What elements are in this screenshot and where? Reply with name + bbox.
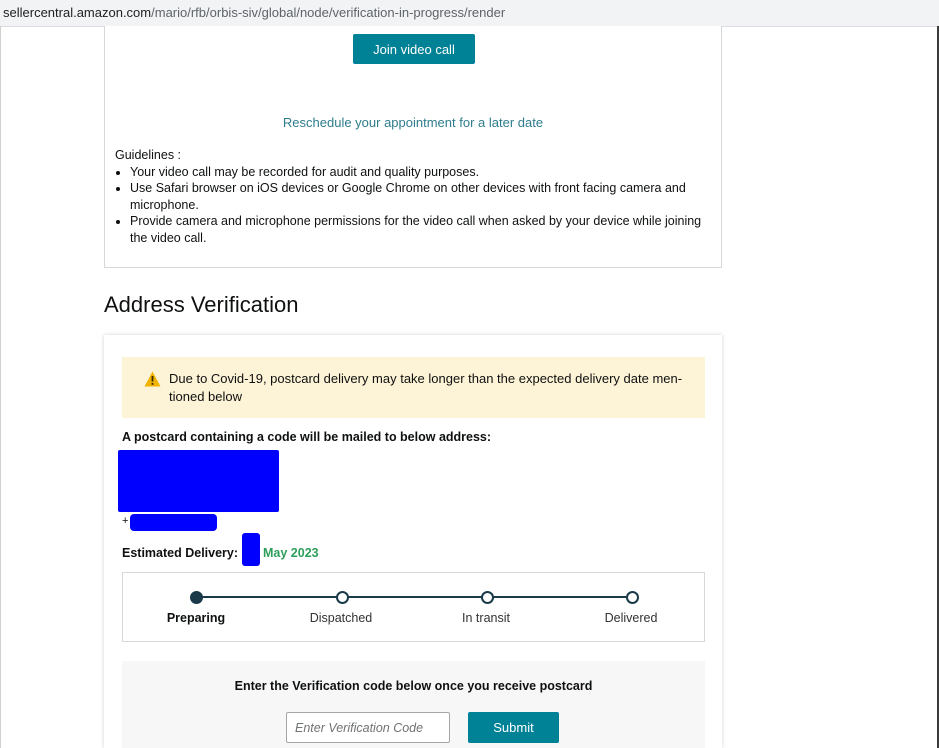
progress-line: [195, 596, 631, 598]
guideline-item: Use Safari browser on iOS devices or Goo…: [130, 180, 710, 213]
verification-code-box: Enter the Verification code below once y…: [122, 661, 705, 748]
guideline-item: Your video call may be recorded for audi…: [130, 164, 710, 181]
covid-alert: Due to Covid-19, postcard delivery may t…: [122, 357, 705, 418]
estimated-delivery-label: Estimated Delivery:: [122, 546, 239, 560]
address-verification-title: Address Verification: [104, 292, 299, 317]
url-host: sellercentral.amazon.com: [3, 5, 152, 20]
address-verification-card: Due to Covid-19, postcard delivery may t…: [104, 335, 722, 748]
redacted-address: [118, 450, 279, 512]
step-dot-dispatched: [336, 591, 349, 604]
verification-code-prompt: Enter the Verification code below once y…: [234, 679, 593, 693]
step-dot-in-transit: [481, 591, 494, 604]
address-bar[interactable]: sellercentral.amazon.com/mario/rfb/orbis…: [0, 0, 939, 27]
submit-button[interactable]: Submit: [468, 712, 559, 743]
guidelines: Guidelines : Your video call may be reco…: [115, 147, 710, 246]
warning-icon: [144, 371, 161, 387]
redacted-day: [242, 533, 260, 566]
video-call-card: Join video call Reschedule your appointm…: [104, 26, 722, 268]
step-label-dispatched: Dispatched: [309, 611, 373, 625]
delivery-progress-tracker: Preparing Dispatched In transit Delivere…: [122, 572, 705, 642]
step-dot-delivered: [626, 591, 639, 604]
url-path: /mario/rfb/orbis-siv/global/node/verific…: [151, 5, 506, 20]
window-left-edge: [0, 26, 1, 748]
guidelines-title: Guidelines :: [115, 148, 182, 162]
join-video-call-button[interactable]: Join video call: [353, 34, 475, 64]
estimated-delivery-date: May 2023: [263, 546, 319, 560]
guidelines-list: Your video call may be recorded for audi…: [115, 164, 710, 247]
step-label-in-transit: In transit: [462, 611, 510, 625]
reschedule-link[interactable]: Reschedule your appointment for a later …: [105, 115, 721, 130]
alert-message: Due to Covid-19, postcard delivery may t…: [169, 371, 683, 404]
postcard-mail-label: A postcard containing a code will be mai…: [122, 430, 492, 444]
redacted-phone: [130, 514, 217, 531]
guideline-item: Provide camera and microphone permission…: [130, 213, 710, 246]
step-dot-preparing: [190, 591, 203, 604]
phone-prefix: +: [122, 515, 129, 527]
verification-code-input[interactable]: [286, 712, 450, 743]
step-label-preparing: Preparing: [166, 611, 226, 625]
step-label-delivered: Delivered: [604, 611, 658, 625]
